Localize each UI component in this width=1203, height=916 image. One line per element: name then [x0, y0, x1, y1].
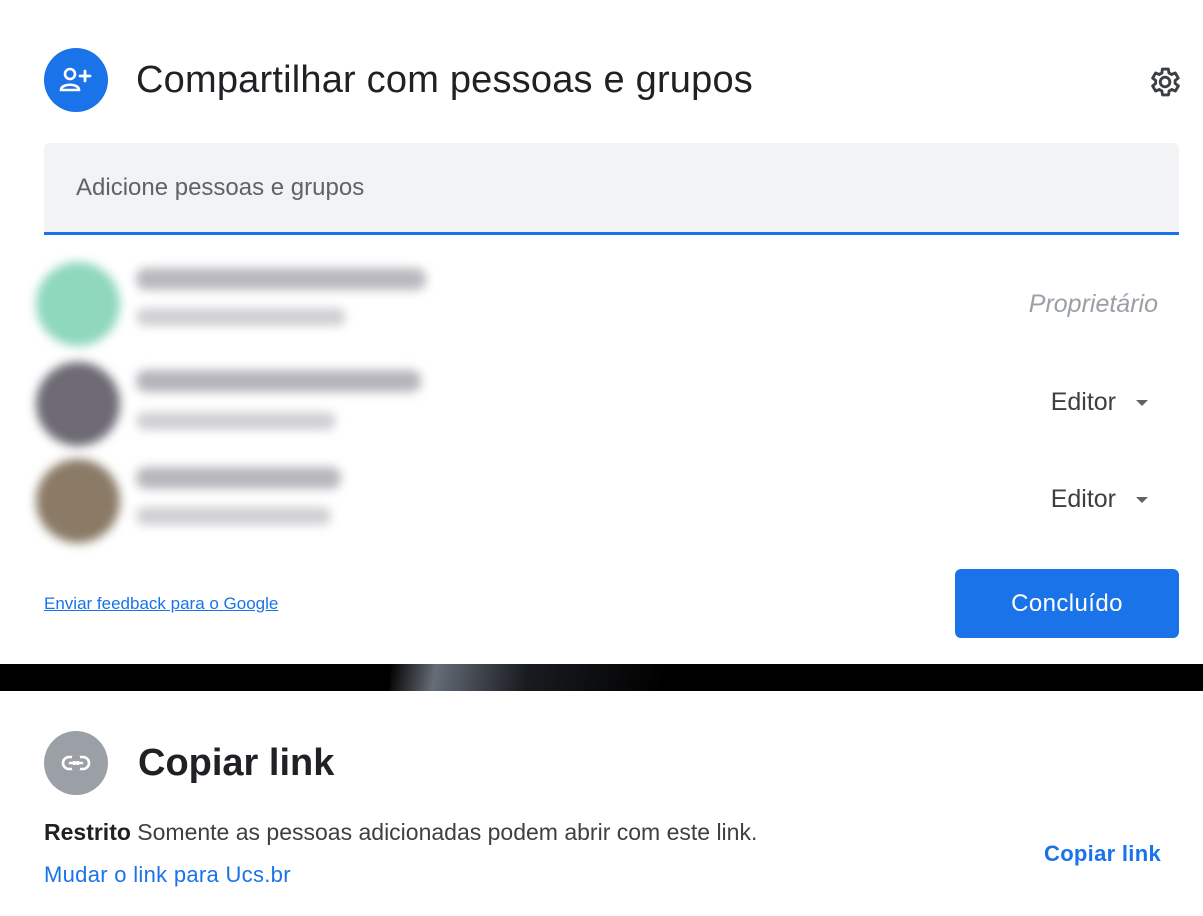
- person-email-redacted: [136, 412, 336, 430]
- person-name-redacted: [136, 370, 421, 392]
- restriction-label[interactable]: Restrito: [44, 819, 131, 845]
- copy-link-header: Copiar link: [44, 731, 334, 795]
- done-button[interactable]: Concluído: [955, 569, 1179, 638]
- person-row: Editor: [36, 358, 1176, 450]
- person-email-redacted: [136, 507, 331, 525]
- person-add-icon: [44, 48, 108, 112]
- background-separator: [0, 664, 1203, 691]
- share-dialog: Compartilhar com pessoas e grupos Propri…: [0, 0, 1203, 664]
- restriction-description: Somente as pessoas adicionadas podem abr…: [137, 819, 758, 845]
- settings-button[interactable]: [1144, 62, 1184, 102]
- link-icon: [44, 731, 108, 795]
- share-header: Compartilhar com pessoas e grupos: [44, 48, 1184, 112]
- person-row: Editor: [36, 455, 1176, 547]
- link-restriction-info: Restrito Somente as pessoas adicionadas …: [44, 819, 757, 846]
- send-feedback-link[interactable]: Enviar feedback para o Google: [44, 594, 278, 614]
- add-people-input[interactable]: [44, 143, 1179, 232]
- role-dropdown[interactable]: Editor: [1051, 485, 1148, 514]
- person-name-redacted: [136, 467, 341, 489]
- role-dropdown-label: Editor: [1050, 388, 1116, 416]
- gear-icon: [1151, 67, 1180, 97]
- dropdown-arrow-icon: [1136, 399, 1148, 406]
- person-email-redacted: [136, 308, 346, 326]
- avatar: [36, 459, 120, 543]
- person-name-redacted: [136, 268, 426, 290]
- copy-link-dialog: Copiar link Restrito Somente as pessoas …: [0, 691, 1203, 916]
- share-dialog-title: Compartilhar com pessoas e grupos: [136, 58, 753, 101]
- avatar: [36, 262, 120, 346]
- dropdown-arrow-icon: [1136, 496, 1148, 503]
- add-people-field[interactable]: [44, 143, 1179, 235]
- role-dropdown-label: Editor: [1050, 485, 1116, 513]
- role-dropdown[interactable]: Editor: [1051, 388, 1148, 417]
- copy-link-title: Copiar link: [138, 741, 335, 784]
- owner-role-label: Proprietário: [1028, 290, 1158, 318]
- copy-link-button[interactable]: Copiar link: [1044, 841, 1161, 867]
- person-row: Proprietário: [36, 258, 1176, 350]
- change-link-domain[interactable]: Mudar o link para Ucs.br: [44, 862, 291, 888]
- avatar: [36, 362, 120, 446]
